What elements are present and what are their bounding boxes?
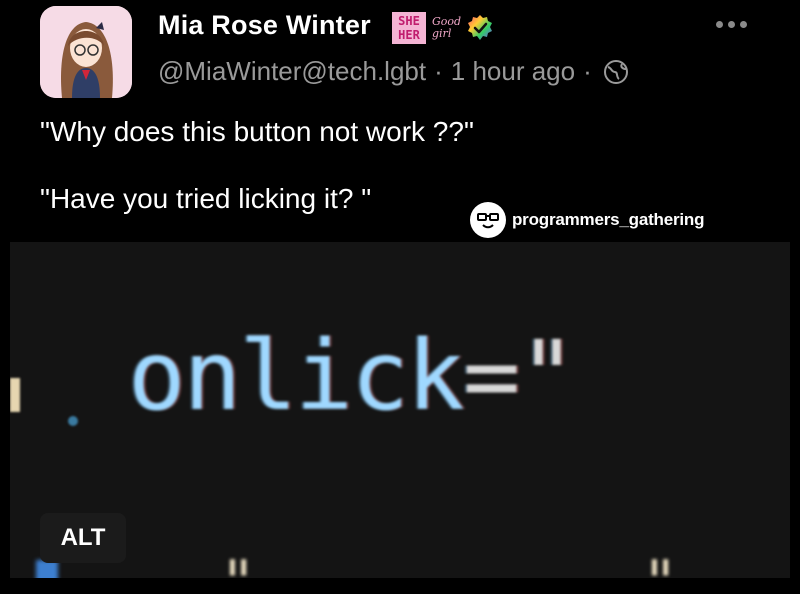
globe-icon — [603, 59, 628, 84]
pronoun-she: SHE — [398, 14, 420, 28]
code-whitespace-dot — [68, 416, 78, 426]
post-image[interactable]: onlick=" " " — [10, 242, 790, 578]
code-quote-fragment: " — [220, 548, 256, 578]
more-dot-icon — [740, 20, 747, 28]
watermark: programmers_gathering — [470, 202, 704, 238]
code-snippet: onlick=" — [128, 320, 577, 432]
display-name[interactable]: Mia Rose Winter — [158, 10, 371, 41]
post-text-line1: "Why does this button not work ??" — [40, 116, 474, 147]
post-text-line2: "Have you tried licking it? " — [40, 183, 372, 214]
watermark-text: programmers_gathering — [512, 210, 705, 229]
pronoun-her: HER — [398, 28, 420, 42]
pronouns-badge: SHE HER — [392, 12, 426, 44]
more-dot-icon — [728, 20, 735, 28]
badge-word-girl: girl — [432, 27, 452, 40]
more-options-button[interactable] — [716, 14, 756, 34]
avatar-illustration — [40, 6, 132, 98]
good-girl-badge: Good girl — [432, 12, 466, 44]
avatar[interactable] — [40, 6, 132, 98]
alt-text-button[interactable]: ALT — [40, 513, 126, 563]
verified-badge-icon — [468, 15, 492, 40]
post-meta: @MiaWinter@tech.lgbt · 1 hour ago · — [158, 56, 630, 87]
handle[interactable]: @MiaWinter@tech.lgbt — [158, 56, 426, 87]
timestamp[interactable]: 1 hour ago — [451, 56, 575, 87]
separator: · — [434, 56, 443, 86]
separator: · — [583, 56, 592, 86]
code-suffix: =" — [462, 320, 577, 432]
glasses-face-logo-icon — [470, 202, 506, 238]
more-dot-icon — [716, 20, 723, 28]
code-text: onlick — [128, 320, 465, 432]
code-quote-fragment: " — [642, 548, 678, 578]
code-quote-fragment — [10, 378, 20, 412]
